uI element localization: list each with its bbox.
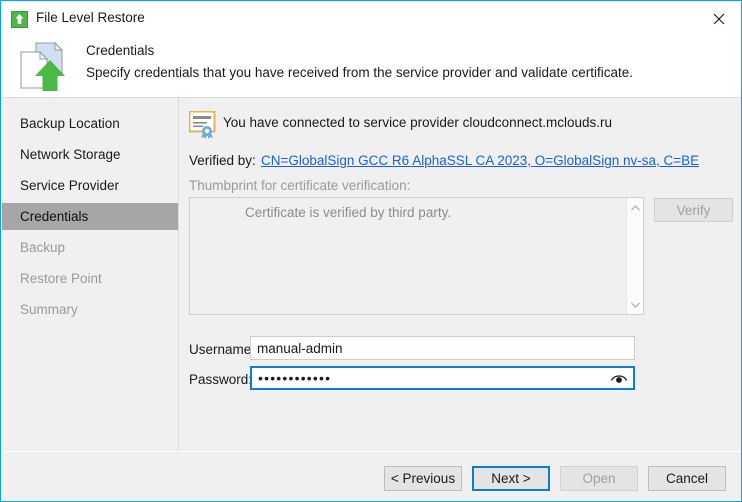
open-button: Open (560, 466, 638, 491)
sidebar-item-label: Service Provider (20, 178, 120, 193)
page-subtitle: Specify credentials that you have receiv… (86, 65, 634, 80)
wizard-steps-sidebar: Backup Location Network Storage Service … (2, 98, 179, 451)
window-title: File Level Restore (36, 10, 145, 25)
sidebar-item-label: Credentials (20, 209, 89, 224)
eye-icon[interactable] (609, 369, 629, 387)
thumbprint-textbox: Certificate is verified by third party. (189, 197, 644, 315)
username-label: Username: (189, 342, 256, 357)
sidebar-item-credentials[interactable]: Credentials (2, 203, 178, 230)
verify-button: Verify (654, 198, 733, 222)
dialog-footer: < Previous Next > Open Cancel (2, 451, 741, 501)
certificate-ribbon-icon (188, 110, 219, 139)
thumbprint-label: Thumbprint for certificate verification: (189, 178, 411, 193)
previous-button[interactable]: < Previous (384, 466, 462, 491)
sidebar-item-summary: Summary (2, 296, 178, 323)
sidebar-item-label: Summary (20, 302, 78, 317)
sidebar-item-label: Network Storage (20, 147, 121, 162)
sidebar-item-label: Backup (20, 240, 66, 255)
sidebar-item-restore-point: Restore Point (2, 265, 178, 292)
verified-by-label: Verified by: (189, 153, 256, 168)
password-field-wrapper (250, 366, 635, 390)
credentials-panel: You have connected to service provider c… (179, 98, 741, 451)
restore-arrow-icon (11, 11, 28, 28)
file-restore-documents-icon (15, 40, 71, 94)
chevron-down-icon[interactable] (627, 296, 644, 313)
chevron-up-icon[interactable] (627, 199, 644, 216)
sidebar-item-network-storage[interactable]: Network Storage (2, 141, 178, 168)
sidebar-item-label: Restore Point (20, 271, 102, 286)
certificate-issuer-link[interactable]: CN=GlobalSign GCC R6 AlphaSSL CA 2023, O… (261, 153, 699, 168)
sidebar-item-backup-location[interactable]: Backup Location (2, 110, 178, 137)
dialog-header: Credentials Specify credentials that you… (2, 36, 741, 98)
close-icon[interactable] (696, 2, 741, 36)
password-label: Password: (189, 372, 253, 387)
title-bar: File Level Restore (2, 2, 741, 36)
username-input[interactable] (250, 336, 635, 360)
cancel-button[interactable]: Cancel (648, 466, 726, 491)
sidebar-item-label: Backup Location (20, 116, 120, 131)
thumbprint-scrollbar[interactable] (626, 198, 643, 314)
sidebar-item-service-provider[interactable]: Service Provider (2, 172, 178, 199)
next-button[interactable]: Next > (472, 466, 550, 491)
connection-status-text: You have connected to service provider c… (223, 115, 612, 130)
file-level-restore-dialog: File Level Restore Credentials Specify c… (0, 0, 742, 502)
password-input[interactable] (252, 368, 607, 388)
sidebar-item-backup: Backup (2, 234, 178, 261)
page-title: Credentials (86, 43, 155, 58)
thumbprint-value: Certificate is verified by third party. (245, 205, 452, 220)
